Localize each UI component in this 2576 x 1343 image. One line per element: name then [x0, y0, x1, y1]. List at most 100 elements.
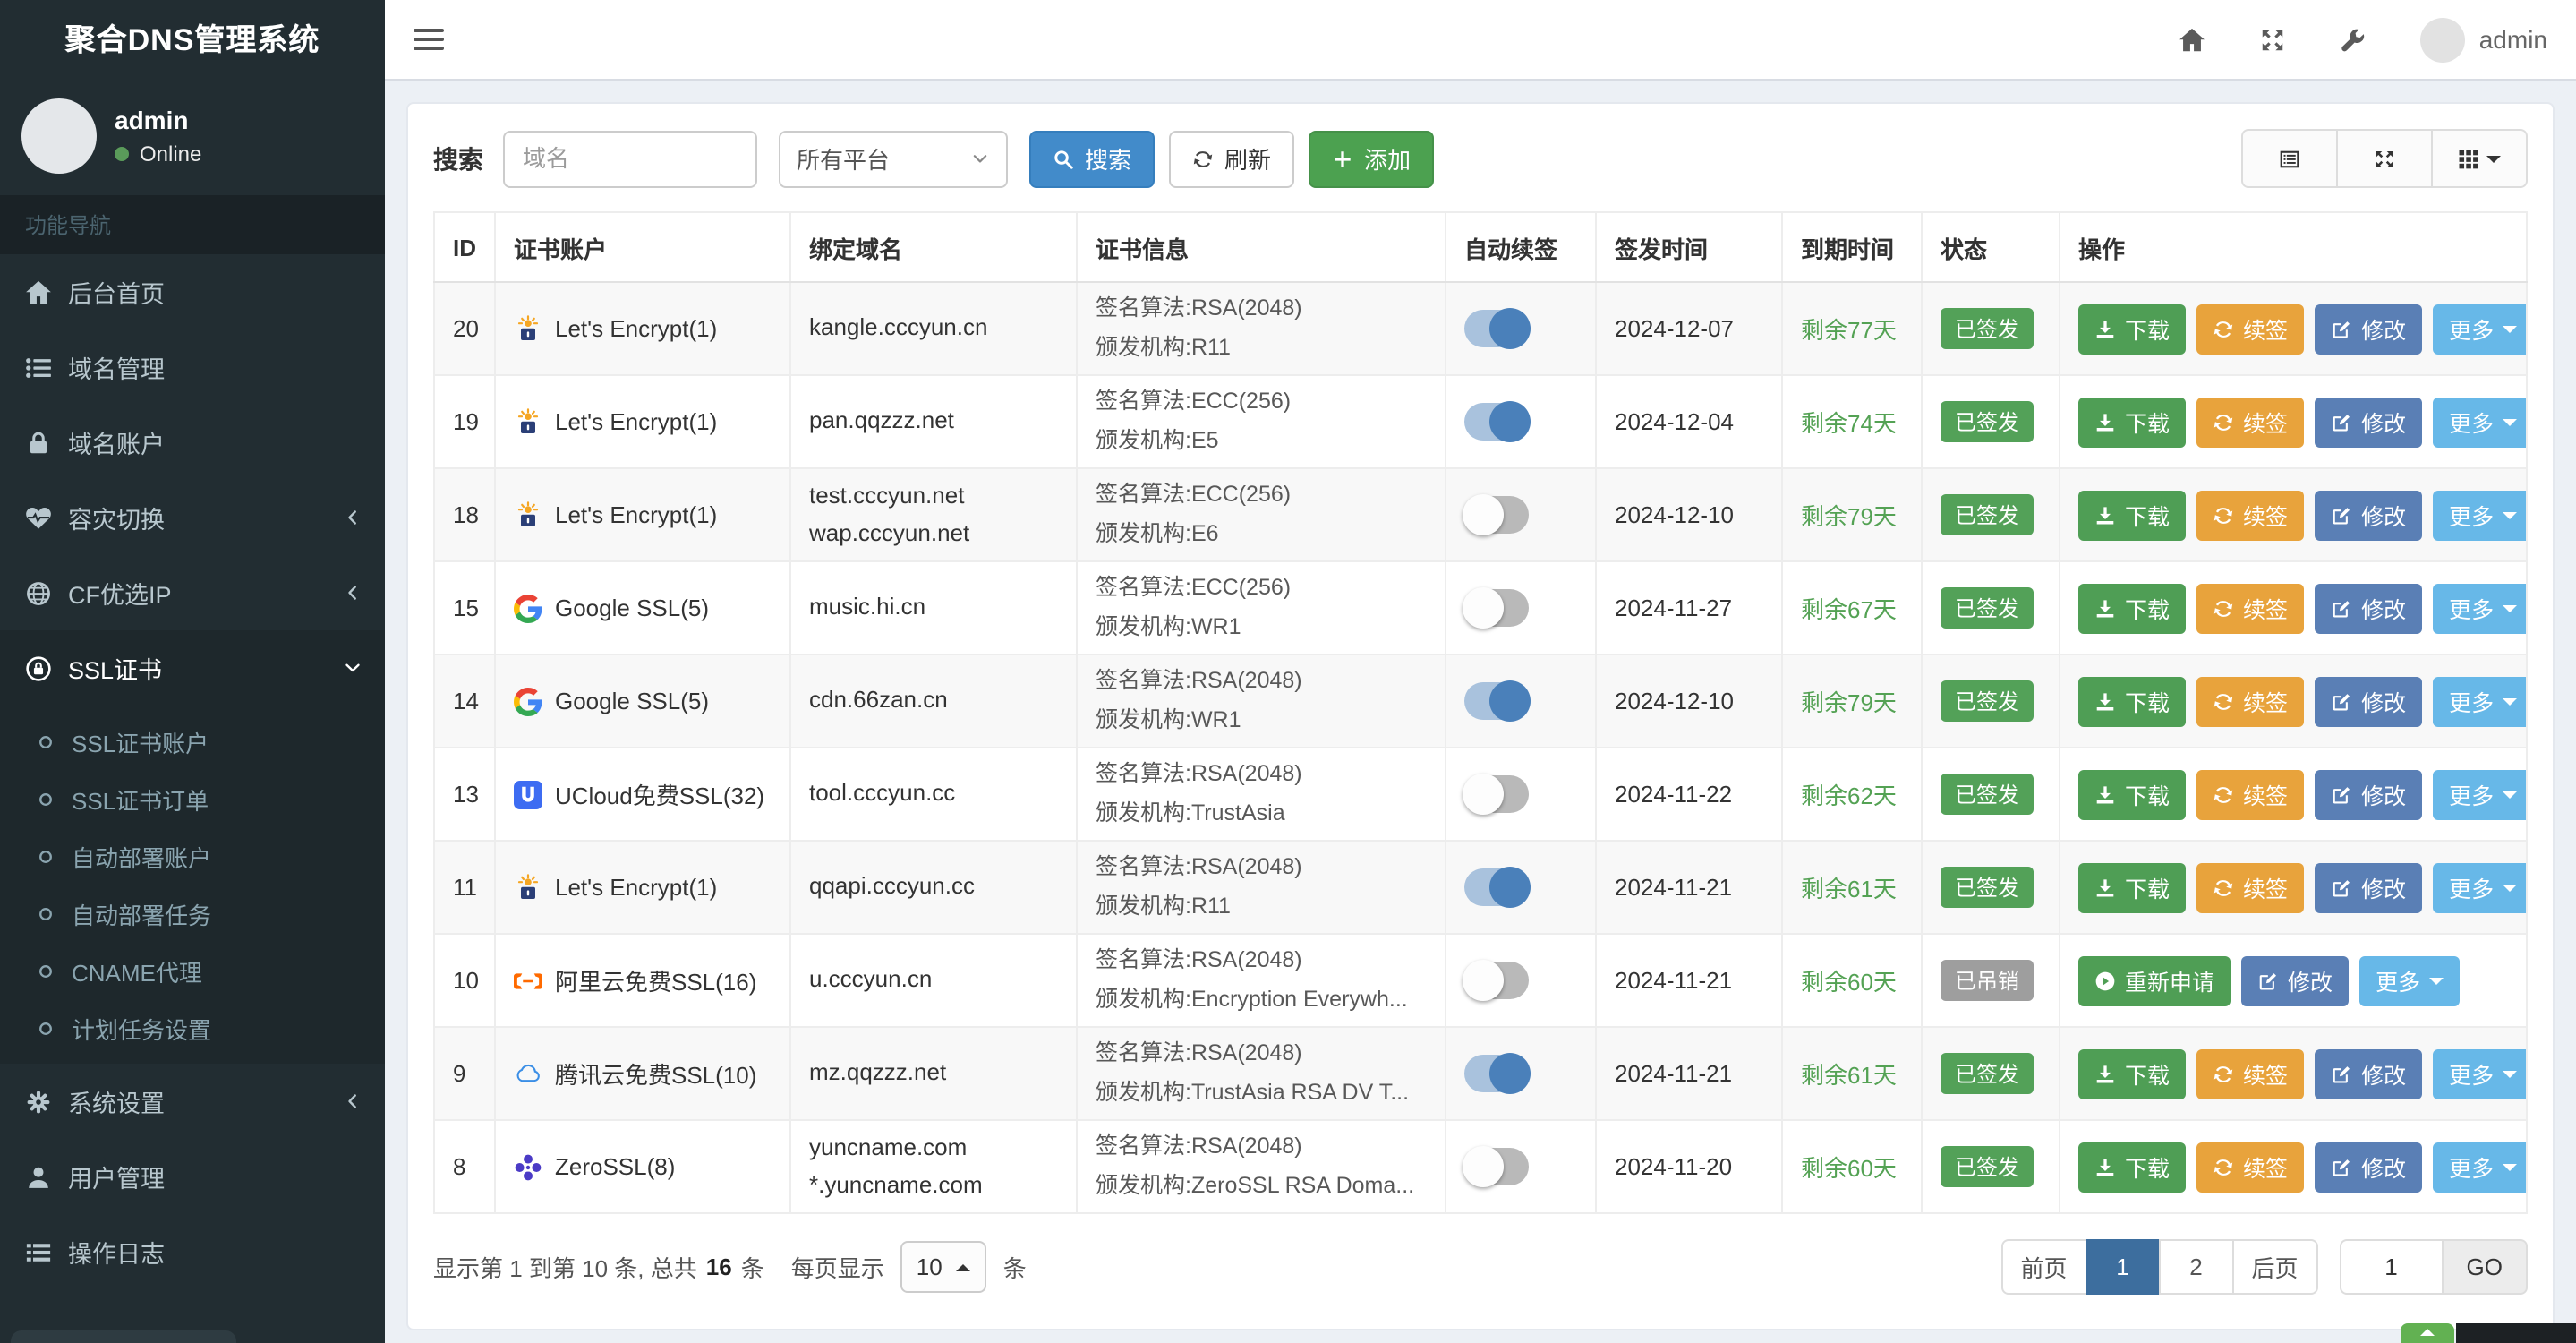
sidebar-item-failover[interactable]: 容灾切换: [0, 480, 385, 555]
page-button-1[interactable]: 1: [2085, 1239, 2161, 1295]
search-input[interactable]: [503, 130, 757, 187]
download-button[interactable]: 下载: [2078, 1048, 2187, 1099]
auto-renew-toggle[interactable]: [1464, 680, 1531, 722]
auto-renew-toggle[interactable]: [1464, 867, 1531, 908]
sidebar-item-cf-ip[interactable]: CF优选IP: [0, 555, 385, 630]
download-button[interactable]: 下载: [2078, 304, 2187, 354]
sidebar-item-home[interactable]: 后台首页: [0, 254, 385, 329]
edit-button[interactable]: 修改: [2315, 862, 2423, 912]
auto-renew-toggle[interactable]: [1463, 1146, 1529, 1187]
auto-renew-toggle[interactable]: [1464, 308, 1531, 349]
edit-button[interactable]: 修改: [2315, 490, 2423, 540]
circle-icon: [36, 961, 55, 980]
download-button[interactable]: 下载: [2078, 769, 2187, 819]
download-button[interactable]: 下载: [2078, 676, 2187, 726]
per-page-select[interactable]: 10: [900, 1241, 987, 1293]
renew-button[interactable]: 续签: [2196, 676, 2305, 726]
goto-page-input[interactable]: [2339, 1239, 2444, 1295]
next-page-button[interactable]: 后页: [2231, 1239, 2318, 1295]
sidebar-subitem-ssl-cert-orders[interactable]: SSL证书订单: [0, 770, 385, 827]
add-button[interactable]: 添加: [1309, 130, 1435, 187]
cell-status: 已签发: [1921, 560, 2060, 655]
sidebar-item-operation-log[interactable]: 操作日志: [0, 1214, 385, 1289]
auto-renew-toggle[interactable]: [1464, 1053, 1531, 1094]
columns-button[interactable]: [2431, 129, 2528, 188]
card-view-button[interactable]: [2241, 129, 2338, 188]
edit-button[interactable]: 修改: [2315, 676, 2423, 726]
more-button[interactable]: 更多: [2433, 304, 2525, 354]
sidebar-item-ssl-cert[interactable]: SSL证书: [0, 630, 385, 706]
sidebar-item-domain-accounts[interactable]: 域名账户: [0, 405, 385, 480]
refresh-icon: [2213, 1156, 2234, 1177]
auto-renew-toggle[interactable]: [1463, 494, 1529, 535]
sidebar-item-user-management[interactable]: 用户管理: [0, 1139, 385, 1214]
sidebar-subitem-cname-proxy[interactable]: CNAME代理: [0, 942, 385, 999]
renew-button[interactable]: 续签: [2196, 490, 2305, 540]
renew-button[interactable]: 续签: [2196, 1142, 2305, 1192]
edit-button[interactable]: 修改: [2241, 955, 2350, 1005]
hamburger-menu-icon[interactable]: [414, 28, 444, 51]
action-button-label: 更多: [2449, 877, 2495, 902]
account-name: Let's Encrypt(1): [555, 874, 718, 901]
wrench-icon[interactable]: [2340, 26, 2367, 53]
auto-renew-toggle[interactable]: [1463, 960, 1529, 1001]
auto-renew-toggle[interactable]: [1463, 774, 1529, 815]
cell-id: 8: [433, 1119, 496, 1214]
renew-button[interactable]: 续签: [2196, 769, 2305, 819]
fullscreen-icon: [2374, 148, 2395, 169]
search-button[interactable]: 搜索: [1029, 130, 1156, 187]
edit-button[interactable]: 修改: [2315, 397, 2423, 447]
edit-button[interactable]: 修改: [2315, 583, 2423, 633]
edit-icon: [2331, 877, 2352, 898]
edit-button[interactable]: 修改: [2315, 769, 2423, 819]
page-button-2[interactable]: 2: [2158, 1239, 2234, 1295]
download-button[interactable]: 下载: [2078, 490, 2187, 540]
sidebar-subitem-auto-deploy-tasks[interactable]: 自动部署任务: [0, 885, 385, 942]
more-button[interactable]: 更多: [2433, 862, 2525, 912]
navbar-user[interactable]: admin: [2419, 17, 2547, 62]
prev-page-button[interactable]: 前页: [2000, 1239, 2087, 1295]
auto-renew-toggle[interactable]: [1463, 587, 1529, 629]
edit-icon: [2331, 783, 2352, 805]
sidebar-subitem-ssl-cert-accounts[interactable]: SSL证书账户: [0, 713, 385, 770]
sidebar-subitem-scheduled-tasks[interactable]: 计划任务设置: [0, 999, 385, 1056]
more-button[interactable]: 更多: [2433, 1048, 2525, 1099]
download-button[interactable]: 下载: [2078, 1142, 2187, 1192]
download-button[interactable]: 下载: [2078, 862, 2187, 912]
reapply-button[interactable]: 重新申请: [2078, 955, 2231, 1005]
table-fullscreen-button[interactable]: [2336, 129, 2433, 188]
download-button[interactable]: 下载: [2078, 583, 2187, 633]
home-icon[interactable]: [2179, 26, 2205, 53]
more-button[interactable]: 更多: [2433, 676, 2525, 726]
edit-button[interactable]: 修改: [2315, 1048, 2423, 1099]
renew-button[interactable]: 续签: [2196, 397, 2305, 447]
auto-renew-toggle[interactable]: [1464, 401, 1531, 442]
more-button[interactable]: 更多: [2433, 490, 2525, 540]
edit-button[interactable]: 修改: [2315, 304, 2423, 354]
go-button[interactable]: GO: [2443, 1239, 2528, 1295]
download-button[interactable]: 下载: [2078, 397, 2187, 447]
more-button[interactable]: 更多: [2433, 769, 2525, 819]
sidebar-item-domain-management[interactable]: 域名管理: [0, 329, 385, 405]
more-button[interactable]: 更多: [2433, 397, 2525, 447]
renew-button[interactable]: 续签: [2196, 583, 2305, 633]
platform-select[interactable]: 所有平台: [779, 130, 1008, 187]
more-button[interactable]: 更多: [2359, 955, 2461, 1005]
back-to-top-button[interactable]: [2401, 1323, 2454, 1343]
renew-button[interactable]: 续签: [2196, 304, 2305, 354]
refresh-button[interactable]: 刷新: [1169, 130, 1295, 187]
status-badge: 已签发: [1941, 494, 2034, 535]
caret-up-icon: [2420, 1329, 2435, 1336]
edit-button[interactable]: 修改: [2315, 1142, 2423, 1192]
renew-button[interactable]: 续签: [2196, 1048, 2305, 1099]
action-button-label: 续签: [2243, 1157, 2289, 1182]
fullscreen-icon[interactable]: [2259, 26, 2286, 53]
refresh-icon: [2213, 783, 2234, 805]
more-button[interactable]: 更多: [2433, 583, 2525, 633]
sidebar-subitem-auto-deploy-accounts[interactable]: 自动部署账户: [0, 827, 385, 885]
cert-algorithm: 签名算法:ECC(256): [1096, 389, 1292, 415]
search-label: 搜索: [433, 144, 483, 173]
renew-button[interactable]: 续签: [2196, 862, 2305, 912]
sidebar-item-system-settings[interactable]: 系统设置: [0, 1064, 385, 1139]
more-button[interactable]: 更多: [2433, 1142, 2525, 1192]
